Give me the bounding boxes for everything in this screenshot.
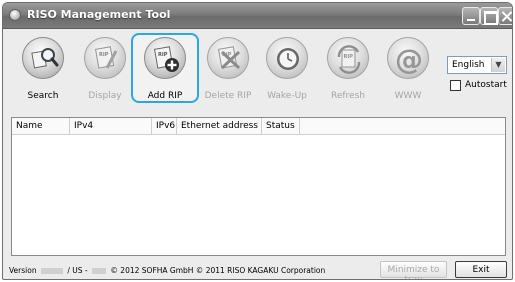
status-bar: Version / US - © 2012 SOFHA GmbH © 2011 … (3, 260, 512, 279)
minimize-button[interactable] (462, 7, 480, 25)
search-icon (22, 37, 64, 79)
search-button[interactable]: Search (9, 33, 77, 103)
www-button[interactable]: @ WWW (374, 33, 442, 103)
column-header-status[interactable]: Status (262, 118, 300, 135)
www-label: WWW (394, 91, 422, 101)
search-label: Search (27, 91, 59, 101)
title-bar[interactable]: RISO Management Tool (3, 3, 512, 29)
delete-rip-icon: RIP (207, 37, 249, 79)
exit-button[interactable]: Exit (455, 261, 507, 278)
us-label: / US - (67, 266, 88, 275)
clock-icon (266, 37, 308, 79)
language-select[interactable]: English ▼ (447, 56, 507, 74)
rip-list[interactable]: Name IPv4 IPv6 Ethernet address Status (11, 117, 506, 256)
wake-up-label: Wake-Up (267, 91, 307, 101)
delete-rip-button[interactable]: RIP Delete RIP (194, 33, 262, 103)
chevron-down-icon[interactable]: ▼ (491, 58, 505, 72)
add-rip-icon: RIP (144, 37, 186, 79)
window-title: RISO Management Tool (27, 8, 171, 21)
refresh-icon: RIP (327, 37, 369, 79)
toolbar: Search RIP Display RIP Add RIP Delete RI… (3, 30, 512, 110)
svg-text:RIP: RIP (158, 52, 168, 58)
language-value: English (452, 60, 485, 70)
add-rip-button[interactable]: RIP Add RIP (131, 33, 199, 103)
svg-text:@: @ (395, 43, 423, 76)
app-icon (9, 9, 21, 21)
display-icon: RIP (84, 37, 126, 79)
add-rip-label: Add RIP (147, 91, 183, 101)
refresh-button[interactable]: RIP Refresh (314, 33, 382, 103)
display-button[interactable]: RIP Display (71, 33, 139, 103)
minimize-to-tray-button[interactable]: Minimize to tray (380, 261, 447, 279)
maximize-button[interactable] (480, 7, 498, 25)
main-window: RISO Management Tool Search RIP Display … (2, 2, 513, 280)
wake-up-button[interactable]: Wake-Up (253, 33, 321, 103)
close-button[interactable] (498, 7, 512, 25)
column-header-ethernet[interactable]: Ethernet address (177, 118, 262, 135)
redacted-build (92, 268, 107, 274)
svg-text:RIP: RIP (344, 54, 354, 60)
autostart-label: Autostart (465, 80, 507, 90)
version-info: Version / US - © 2012 SOFHA GmbH © 2011 … (9, 266, 325, 275)
column-header-ipv6[interactable]: IPv6 (152, 118, 177, 135)
column-header-name[interactable]: Name (12, 118, 70, 135)
delete-rip-label: Delete RIP (204, 91, 252, 101)
copyright-text: © 2012 SOFHA GmbH © 2011 RISO KAGAKU Cor… (110, 266, 326, 275)
redacted-version (40, 268, 63, 274)
version-label: Version (9, 266, 37, 275)
column-header-ipv4[interactable]: IPv4 (70, 118, 152, 135)
display-label: Display (88, 91, 122, 101)
autostart-checkbox[interactable] (450, 80, 461, 91)
refresh-label: Refresh (331, 91, 365, 101)
at-icon: @ (387, 37, 429, 79)
svg-text:RIP: RIP (99, 52, 109, 58)
list-header: Name IPv4 IPv6 Ethernet address Status (12, 118, 505, 135)
